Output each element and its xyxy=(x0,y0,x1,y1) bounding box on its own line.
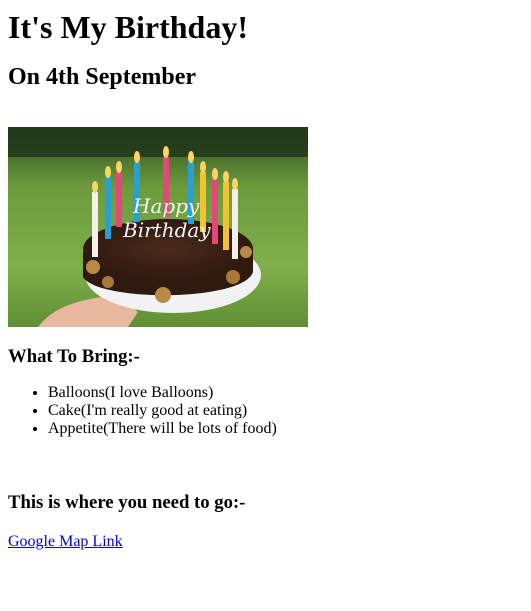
google-map-link[interactable]: Google Map Link xyxy=(8,533,123,551)
page-title: It's My Birthday! xyxy=(8,9,248,45)
bring-list: Balloons(I love Balloons) Cake(I'm reall… xyxy=(8,384,523,438)
list-item: Appetite(There will be lots of food) xyxy=(48,420,523,438)
cake-topper-birthday: Birthday xyxy=(122,218,211,242)
page-subtitle: On 4th September xyxy=(8,64,196,90)
birthday-cake-image: Happy Birthday xyxy=(8,127,308,327)
bring-heading: What To Bring:- xyxy=(8,346,140,367)
page: It's My Birthday! On 4th September Happy… xyxy=(0,9,531,551)
list-item: Balloons(I love Balloons) xyxy=(48,384,523,402)
cake-topper-happy: Happy xyxy=(132,194,200,218)
list-item: Cake(I'm really good at eating) xyxy=(48,402,523,420)
directions-heading: This is where you need to go:- xyxy=(8,492,246,513)
